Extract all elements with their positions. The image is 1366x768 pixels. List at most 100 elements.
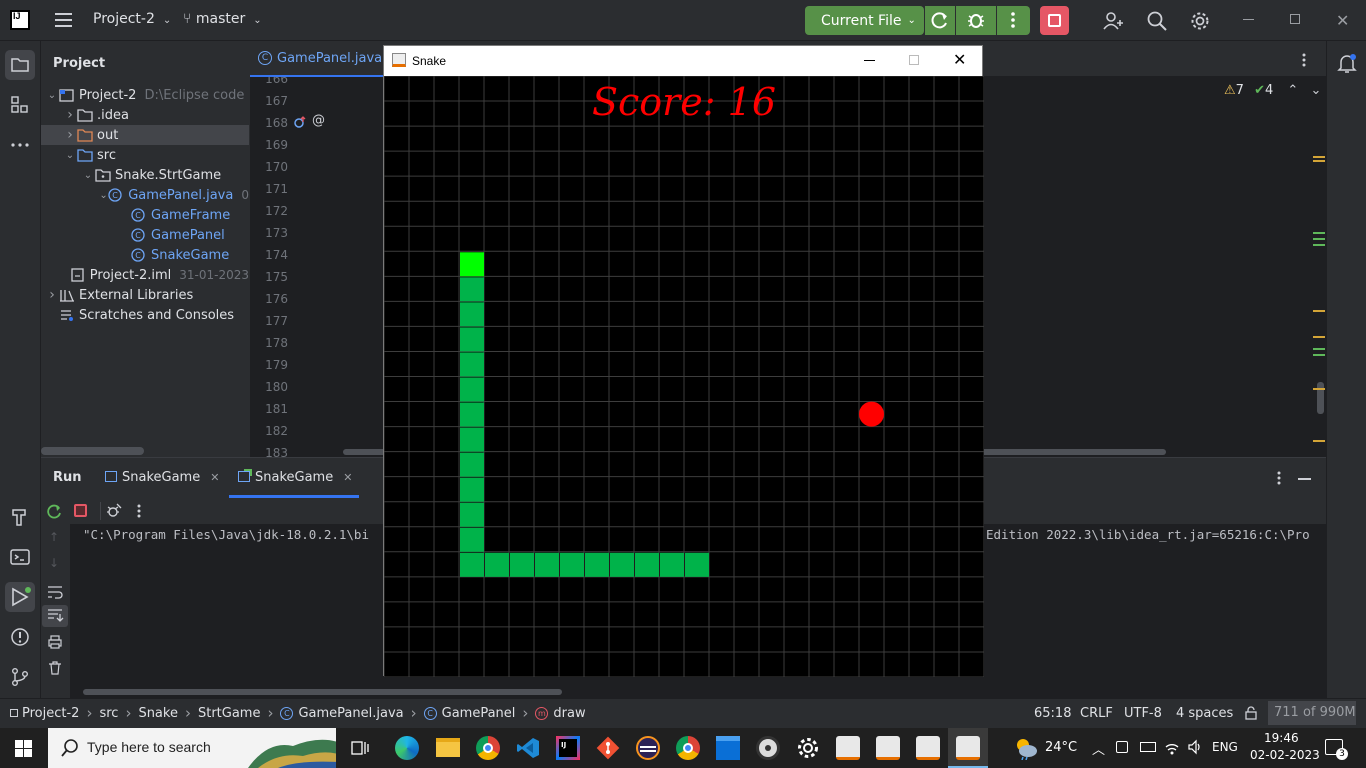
add-user-icon[interactable] [1102,10,1124,32]
file-explorer-icon[interactable] [436,738,460,757]
git-icon[interactable] [10,667,30,687]
tree-item[interactable]: Scratches and Consoles [41,305,249,325]
search-icon[interactable] [1146,10,1168,32]
wifi-icon[interactable] [1164,739,1180,755]
soft-wrap-icon[interactable] [46,584,64,600]
breadcrumb-item[interactable]: Project-2 [10,706,79,721]
tree-item[interactable]: ⌄ Project-2 D:\Eclipse code [41,85,249,105]
caret-position[interactable]: 65:18 [1034,706,1071,721]
minimize-icon[interactable] [1243,19,1254,20]
print-icon[interactable] [47,634,63,650]
hide-panel-icon[interactable] [1298,478,1311,480]
java-app-icon[interactable] [916,736,940,760]
arrow-down-icon[interactable]: ↓ [49,556,59,570]
tree-item[interactable]: ⌄ Snake.StrtGame [41,165,249,185]
tree-item[interactable]: C SnakeGame [41,245,249,265]
breadcrumb-item[interactable]: StrtGame [198,706,261,721]
settings-app-icon[interactable] [796,736,820,760]
java-app-icon[interactable] [876,736,900,760]
breadcrumb-item[interactable]: src [99,706,118,721]
run-options-icon[interactable] [1274,470,1284,486]
build-hammer-icon[interactable] [10,507,30,527]
chevron-right-icon[interactable]: › [63,127,77,143]
intellij-icon[interactable]: IJ [556,736,580,760]
console-hscrollbar[interactable] [83,689,562,695]
vscode-icon[interactable] [516,736,540,760]
indent-setting[interactable]: 4 spaces [1176,706,1233,721]
project-hscrollbar[interactable] [41,447,144,455]
project-tool-button[interactable] [5,50,35,80]
close-icon[interactable]: ✕ [953,50,966,69]
arrow-up-icon[interactable]: ↑ [49,530,59,544]
close-tab-icon[interactable]: ✕ [343,471,352,484]
breadcrumb-item[interactable]: C GamePanel [423,706,515,721]
line-ending[interactable]: CRLF [1080,706,1113,721]
tree-item[interactable]: ⌄ C GamePanel.java 0 [41,185,249,205]
tree-item[interactable]: › out [41,125,249,145]
close-icon[interactable]: ✕ [1336,11,1349,30]
main-menu-icon[interactable] [55,12,73,28]
obs-icon[interactable] [756,736,780,760]
eclipse-icon[interactable] [636,736,660,760]
branch-selector[interactable]: ⑂ master ⌄ [183,11,262,27]
chevron-right-icon[interactable]: › [45,287,59,303]
memory-indicator[interactable]: 711 of 990M [1268,701,1356,725]
clock-date[interactable]: 02-02-2023 [1250,748,1320,762]
minimize-icon[interactable] [864,60,875,61]
chevron-down-icon[interactable]: ⌄ [81,170,95,181]
taskbar-search-box[interactable]: Type here to search [48,728,336,768]
rerun-icon[interactable] [46,503,62,519]
chevron-down-icon[interactable]: ⌄ [63,150,77,161]
project-selector[interactable]: Project-2 ⌄ [93,11,171,27]
chevron-right-icon[interactable]: › [63,107,77,123]
chevron-up-icon[interactable]: ︿ [1092,739,1105,758]
run-configuration-button[interactable]: Current File ⌄ [805,6,924,35]
terminal-icon[interactable] [10,547,30,567]
close-tab-icon[interactable]: ✕ [210,471,219,484]
restore-layout-icon[interactable] [105,502,123,520]
more-tools-icon[interactable] [10,135,30,155]
tree-item[interactable]: ⌄ src [41,145,249,165]
maximize-icon[interactable] [909,55,919,65]
stop-icon[interactable] [74,504,87,517]
rerun-button[interactable] [925,6,955,35]
chevron-down-icon[interactable]: ⌄ [45,90,59,101]
store-icon[interactable] [716,736,740,760]
weather-temp[interactable]: 24°C [1045,740,1077,755]
git-tool-icon[interactable] [596,736,620,760]
tree-item[interactable]: Project-2.iml 31-01-2023 [41,265,249,285]
breadcrumb-item[interactable]: Snake [138,706,178,721]
scroll-to-end-button[interactable] [42,605,68,627]
task-view-icon[interactable] [351,739,369,757]
clock-time[interactable]: 19:46 [1264,731,1299,745]
restore-icon[interactable] [1290,14,1300,24]
chevron-down-icon[interactable]: ⌄ [99,190,108,201]
file-encoding[interactable]: UTF-8 [1124,706,1162,721]
tree-item[interactable]: › External Libraries [41,285,249,305]
app-logo-icon[interactable]: IJ [10,10,30,30]
chrome-profile-icon[interactable] [676,736,700,760]
debug-button[interactable] [956,6,996,35]
java-app-icon[interactable] [836,736,860,760]
breadcrumb-item[interactable]: m draw [535,706,586,721]
more-run-actions-button[interactable] [997,6,1030,35]
editor-tab-gamepanel[interactable]: C GamePanel.java [250,41,385,77]
windows-start-icon[interactable] [15,740,33,758]
chrome-icon[interactable] [476,736,500,760]
volume-icon[interactable] [1187,739,1203,755]
trash-icon[interactable] [47,660,63,676]
run-tool-button[interactable] [5,582,35,612]
snake-window-titlebar[interactable]: Snake ✕ [384,46,982,76]
tree-item[interactable]: C GamePanel [41,225,249,245]
language-indicator[interactable]: ENG [1212,740,1238,754]
breadcrumb-item[interactable]: C GamePanel.java [280,706,404,721]
game-board[interactable]: Score: 16 [384,76,984,677]
java-snake-app-icon[interactable] [948,728,988,768]
tree-item[interactable]: C GameFrame [41,205,249,225]
edge-icon[interactable] [395,736,419,760]
structure-icon[interactable] [10,95,30,115]
readonly-lock-icon[interactable] [1244,706,1258,720]
snake-game-window[interactable]: Snake ✕ Score: 16 [383,45,984,677]
settings-gear-icon[interactable] [1189,10,1211,32]
gutter-override-icon[interactable] [293,115,307,129]
